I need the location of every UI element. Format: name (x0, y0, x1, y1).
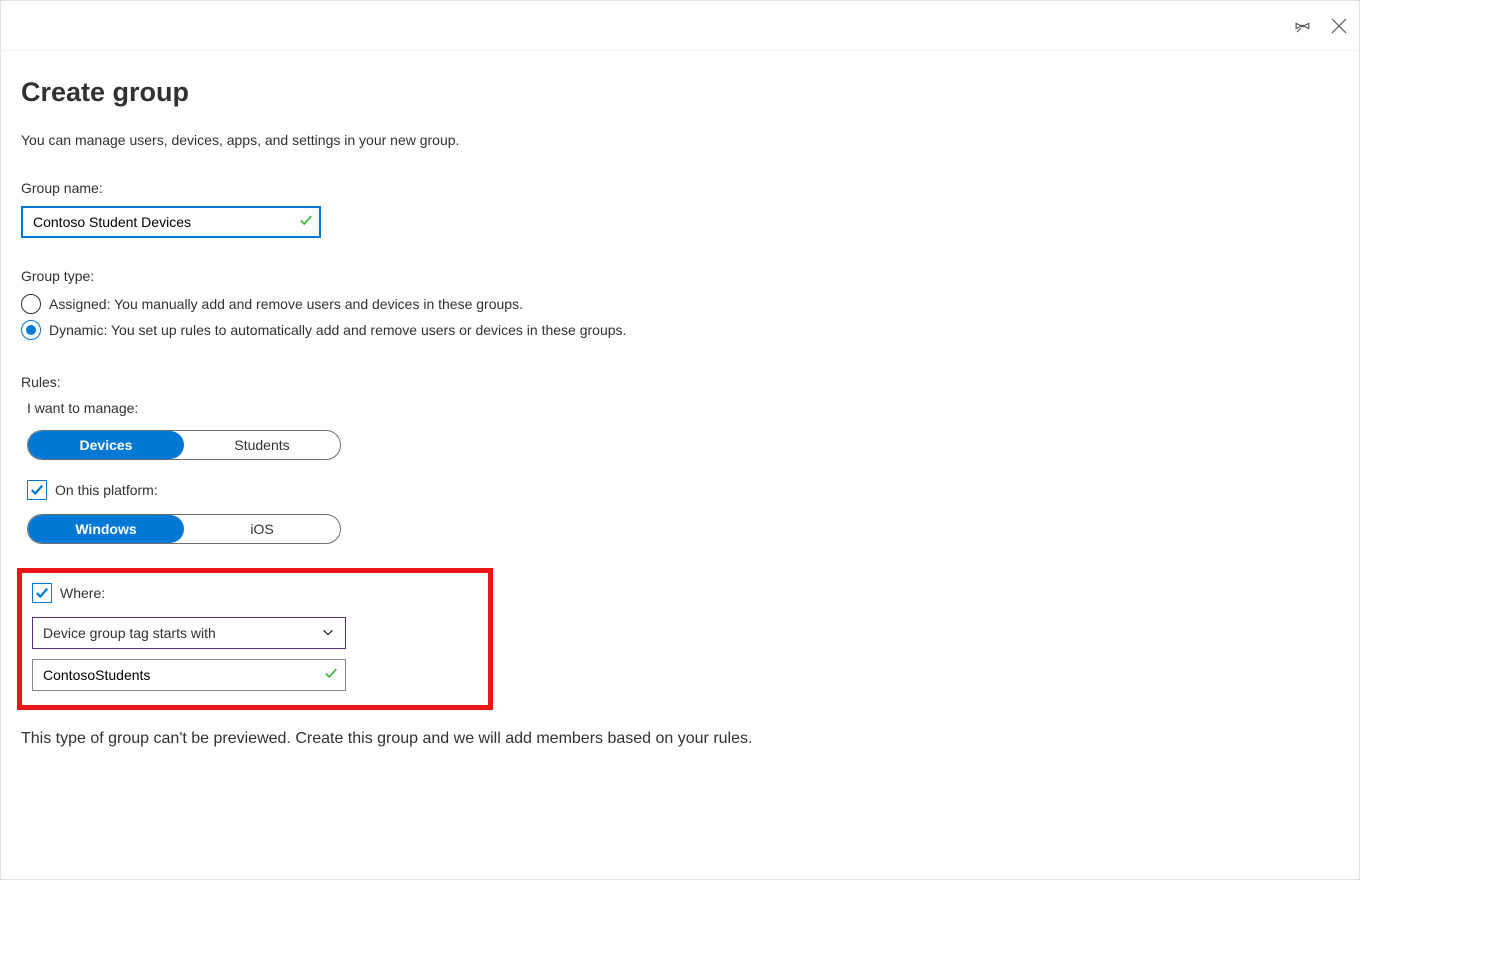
radio-dot (26, 325, 36, 335)
segment-ios[interactable]: iOS (184, 515, 340, 543)
group-type-label: Group type: (21, 268, 1339, 284)
group-name-input[interactable] (21, 206, 321, 238)
radio-dynamic[interactable]: Dynamic: You set up rules to automatical… (21, 320, 1339, 340)
where-condition-dropdown[interactable]: Device group tag starts with (32, 617, 346, 649)
platform-checkbox-label: On this platform: (55, 482, 158, 498)
radio-circle (21, 320, 41, 340)
segment-devices[interactable]: Devices (28, 431, 184, 459)
where-checkbox[interactable] (32, 583, 52, 603)
page-title: Create group (21, 77, 1339, 108)
chevron-down-icon (321, 625, 335, 642)
where-condition-text: Device group tag starts with (43, 625, 216, 641)
group-name-input-wrap (21, 206, 321, 238)
segment-windows[interactable]: Windows (28, 515, 184, 543)
rules-section: I want to manage: Devices Students On th… (21, 400, 1339, 710)
where-checkbox-label: Where: (60, 585, 105, 601)
page-subtitle: You can manage users, devices, apps, and… (21, 132, 1339, 148)
rules-label: Rules: (21, 374, 1339, 390)
panel-header (1, 1, 1359, 51)
platform-checkbox[interactable] (27, 480, 47, 500)
manage-label: I want to manage: (27, 400, 1339, 416)
radio-assigned-label: Assigned: You manually add and remove us… (49, 296, 523, 312)
group-name-label: Group name: (21, 180, 1339, 196)
platform-segment: Windows iOS (27, 514, 341, 544)
where-checkbox-row: Where: (32, 583, 482, 603)
panel-content: Create group You can manage users, devic… (1, 51, 1359, 768)
pin-icon[interactable] (1293, 16, 1313, 36)
radio-circle (21, 294, 41, 314)
group-type-radio-group: Assigned: You manually add and remove us… (21, 294, 1339, 340)
create-group-panel: Create group You can manage users, devic… (0, 0, 1360, 880)
footer-message: This type of group can't be previewed. C… (21, 730, 1339, 748)
where-value-input[interactable] (32, 659, 346, 691)
check-icon (299, 214, 313, 231)
where-value-wrap (32, 659, 346, 691)
radio-dynamic-label: Dynamic: You set up rules to automatical… (49, 322, 626, 338)
radio-assigned[interactable]: Assigned: You manually add and remove us… (21, 294, 1339, 314)
platform-checkbox-row: On this platform: (27, 480, 1339, 500)
segment-students[interactable]: Students (184, 431, 340, 459)
manage-segment: Devices Students (27, 430, 341, 460)
close-icon[interactable] (1329, 16, 1349, 36)
where-highlight: Where: Device group tag starts with (17, 568, 493, 710)
check-icon (324, 667, 338, 684)
